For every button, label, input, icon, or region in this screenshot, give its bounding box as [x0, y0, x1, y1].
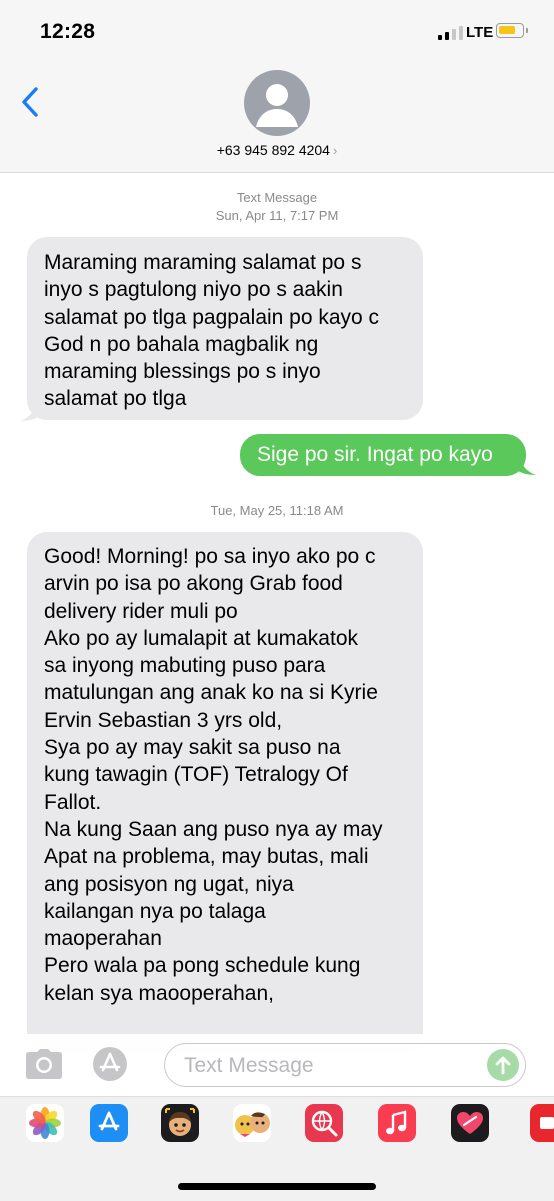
arrow-up-icon: [495, 1056, 511, 1075]
heart-app-button[interactable]: [451, 1104, 489, 1142]
send-button[interactable]: [487, 1049, 519, 1081]
chevron-right-icon: ›: [332, 143, 338, 158]
message-input-field[interactable]: [164, 1043, 526, 1087]
music-app-button[interactable]: [378, 1104, 416, 1142]
camera-icon: [26, 1049, 62, 1079]
app-button-partial[interactable]: [530, 1104, 554, 1142]
message-text: Maraming maraming salamat po s inyo s pa…: [44, 251, 380, 411]
incoming-message-bubble[interactable]: Good! Morning! po sa inyo ako po c arvin…: [27, 532, 423, 1052]
clock: 12:28: [40, 20, 96, 43]
animoji-app-button[interactable]: [233, 1104, 271, 1142]
home-indicator[interactable]: [178, 1183, 376, 1190]
network-label: LTE: [466, 24, 494, 41]
photos-icon: [29, 1107, 61, 1139]
message-service-label: Text Message: [236, 190, 318, 205]
status-bar: 12:28 LTE: [0, 0, 554, 64]
music-note-icon: [386, 1110, 407, 1135]
message-text: Sige po sir. Ingat po kayo: [257, 443, 493, 466]
incoming-message-bubble[interactable]: Maraming maraming salamat po s inyo s pa…: [27, 237, 423, 420]
timestamp: Sun, Apr 11, 7:17 PM: [215, 208, 339, 223]
app-icon-partial: [540, 1117, 554, 1129]
heart-icon: [457, 1112, 483, 1134]
timestamp: Tue, May 25, 11:18 AM: [210, 503, 344, 518]
app-store-icon: [98, 1111, 120, 1131]
globe-search-icon: [311, 1110, 338, 1137]
search-images-app-button[interactable]: [305, 1104, 343, 1142]
outgoing-message-bubble[interactable]: Sige po sir. Ingat po kayo: [240, 434, 526, 476]
message-input[interactable]: [182, 1052, 476, 1080]
contact-avatar[interactable]: [244, 70, 310, 136]
animoji-icon: [235, 1112, 270, 1137]
back-button[interactable]: [16, 84, 48, 120]
contact-name[interactable]: +63 945 892 4204 ›: [0, 142, 554, 158]
contact-number: +63 945 892 4204: [216, 142, 330, 158]
app-store-app-button[interactable]: [90, 1104, 128, 1142]
person-icon: [256, 84, 298, 127]
memoji-icon: [165, 1108, 195, 1136]
app-store-icon: [93, 1047, 127, 1081]
app-store-button[interactable]: [92, 1046, 128, 1082]
memoji-app-button[interactable]: [161, 1104, 199, 1142]
chevron-left-icon: [22, 87, 38, 117]
signal-icon: [438, 26, 463, 40]
message-text: Good! Morning! po sa inyo ako po c arvin…: [44, 545, 383, 1005]
photos-app-button[interactable]: [26, 1104, 64, 1142]
battery-icon: [496, 23, 528, 38]
camera-button[interactable]: [24, 1048, 64, 1080]
